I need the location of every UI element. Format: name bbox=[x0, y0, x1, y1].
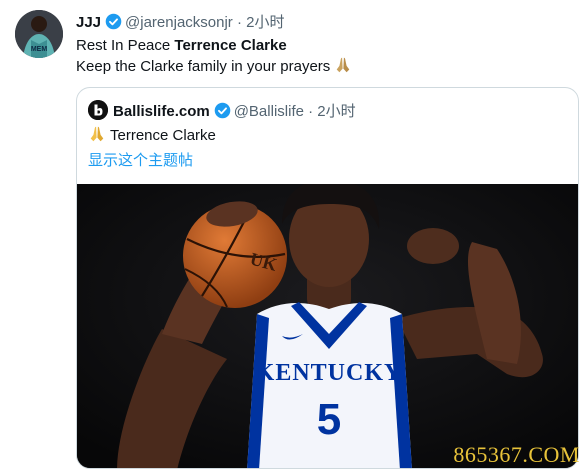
quoted-tweet-timestamp[interactable]: 2小时 bbox=[317, 103, 355, 120]
tweet-text: Rest In Peace Terrence Clarke Keep the C… bbox=[76, 36, 352, 80]
quoted-author-name[interactable]: Ballislife.com bbox=[113, 103, 210, 120]
quoted-tweet-text-content: Terrence Clarke bbox=[110, 127, 216, 144]
avatar-jersey-letters: MEM bbox=[31, 46, 48, 53]
watermark-text: 865367.COM bbox=[453, 442, 580, 467]
quoted-tweet-photo[interactable]: UK KENTUCKY 5 bbox=[77, 179, 578, 468]
quoted-tweet-header: Ballislife.com @Ballislife · 2小时 bbox=[88, 100, 356, 123]
jersey-text: KENTUCKY bbox=[256, 360, 403, 386]
show-thread-link[interactable]: 显示这个主题帖 bbox=[88, 149, 193, 170]
author-name[interactable]: JJJ bbox=[76, 14, 101, 31]
jersey-number: 5 bbox=[317, 395, 341, 444]
player-photo-illustration: UK KENTUCKY 5 bbox=[77, 179, 578, 468]
tweet-text-prefix: Rest In Peace bbox=[76, 37, 175, 54]
tweet[interactable]: MEM JJJ @jarenjacksonjr · 2小时 Rest In Pea… bbox=[0, 0, 586, 472]
quoted-author-handle[interactable]: @Ballislife bbox=[234, 103, 304, 120]
quoted-tweet-text: Terrence Clarke bbox=[88, 125, 216, 147]
verified-badge-icon bbox=[214, 102, 231, 123]
quoted-header-separator: · bbox=[308, 103, 314, 120]
quoted-tweet[interactable]: Ballislife.com @Ballislife · 2小时 Terrence… bbox=[76, 87, 579, 469]
verified-badge-icon bbox=[105, 13, 122, 34]
tweet-text-prayers: Keep the Clarke family in your prayers bbox=[76, 58, 331, 75]
tweet-text-bold-name: Terrence Clarke bbox=[174, 37, 287, 54]
folded-hands-emoji-icon bbox=[334, 56, 352, 80]
header-separator: · bbox=[236, 14, 242, 31]
folded-hands-emoji-icon bbox=[88, 125, 106, 147]
avatar[interactable]: MEM bbox=[15, 10, 63, 58]
author-handle[interactable]: @jarenjacksonjr bbox=[125, 14, 233, 31]
avatar-image: MEM bbox=[15, 10, 63, 58]
tweet-timestamp[interactable]: 2小时 bbox=[246, 14, 284, 31]
tweet-text-line-1: Rest In Peace Terrence Clarke bbox=[76, 36, 352, 56]
tweet-text-line-2: Keep the Clarke family in your prayers bbox=[76, 56, 352, 80]
tweet-header: JJJ @jarenjacksonjr · 2小时 bbox=[76, 11, 285, 34]
ballislife-logo-icon bbox=[88, 100, 108, 120]
